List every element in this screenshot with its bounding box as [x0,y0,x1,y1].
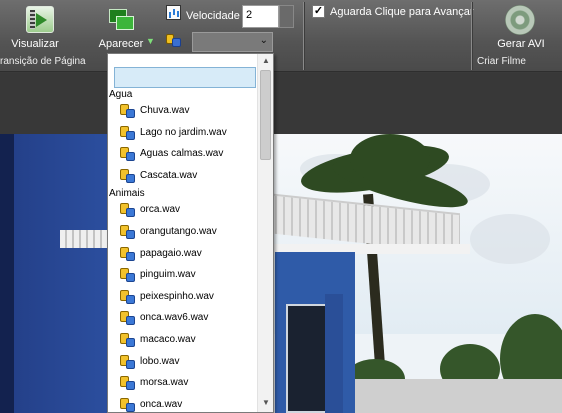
sound-file-icon [120,268,135,283]
sound-list: Agua Chuva.wav Lago no jardim.wav Aguas cal… [108,88,257,412]
sound-file-icon [120,203,135,218]
sound-file-icon [120,332,135,348]
list-item[interactable]: peixespinho.wav [108,287,257,309]
sound-file-icon [120,125,135,141]
ribbon-separator [303,2,304,70]
sound-file-icon [120,289,135,305]
sound-file-icon [120,147,135,162]
list-item[interactable]: Aguas calmas.wav [108,144,257,166]
list-item[interactable]: macaco.wav [108,330,257,352]
sound-file-icon [166,33,181,48]
ribbon: Visualizar ransição de Página Aparecer ▼… [0,0,562,72]
list-item-label: Aguas calmas.wav [140,148,224,160]
sound-search-input[interactable] [114,67,256,88]
gerar-avi-label: Gerar AVI [497,38,545,50]
list-item-label: lobo.wav [140,355,180,367]
aguarda-label: Aguarda Clique para Avançar [330,6,474,18]
sound-file-icon [120,311,135,326]
visualizar-label: Visualizar [11,38,59,50]
list-item[interactable]: Lago no jardim.wav [108,123,257,145]
sound-file-icon [120,168,135,184]
list-item-label: morsa.wav [140,377,189,389]
aparecer-button[interactable]: Aparecer [96,0,146,55]
sound-dropdown-list: ▲ ▼ Agua Chuva.wav Lago no jardim.wav Aguas… [107,53,274,413]
group-label-criar-filme: Criar Filme [477,56,526,67]
gerar-avi-button[interactable]: Gerar AVI [490,0,552,55]
speed-chart-icon [166,5,181,20]
list-item-label: Cascata.wav [140,169,198,181]
scroll-thumb[interactable] [260,70,271,160]
aguarda-checkbox[interactable]: ✓ [312,5,325,18]
list-item-label: Lago no jardim.wav [140,126,227,138]
list-item-label: peixespinho.wav [140,290,214,302]
list-item-label: orca.wav [140,204,181,216]
list-item[interactable]: papagaio.wav [108,244,257,266]
list-item[interactable]: pinguim.wav [108,265,257,287]
sound-file-icon [120,104,135,119]
transition-icon [109,9,135,31]
sound-file-icon [120,397,135,412]
list-group-header: Animais [109,188,145,200]
preview-image [0,134,562,413]
velocidade-spinner[interactable] [279,5,294,28]
dropdown-scrollbar[interactable]: ▲ ▼ [257,54,273,412]
sound-combo[interactable]: ⌄ [192,32,273,52]
list-item[interactable]: onca.wav [108,395,257,412]
list-item[interactable]: morsa.wav [108,373,257,395]
ribbon-separator [471,2,472,70]
sound-file-icon [120,246,135,262]
list-item-label: pinguim.wav [140,269,196,281]
list-item[interactable]: orangutango.wav [108,222,257,244]
sound-file-icon [120,224,135,240]
visualizar-button[interactable]: Visualizar [5,0,65,55]
list-item[interactable]: Chuva.wav [108,101,257,123]
velocidade-input[interactable]: 2 [242,5,279,28]
group-label-transicao: ransição de Página [0,56,86,67]
sound-file-icon [120,354,135,370]
scroll-up-icon[interactable]: ▲ [258,56,273,68]
play-preview-icon [26,6,54,33]
chevron-down-icon[interactable]: ⌄ [260,35,268,46]
scroll-down-icon[interactable]: ▼ [258,398,273,410]
film-reel-icon [505,5,535,35]
aparecer-dropdown-arrow[interactable]: ▼ [146,36,155,46]
velocidade-label: Velocidade [186,10,240,22]
list-item[interactable]: onca.wav6.wav [108,308,257,330]
list-item[interactable]: Cascata.wav [108,166,257,188]
list-item-label: papagaio.wav [140,247,202,259]
list-item-label: onca.wav [140,398,183,410]
list-item-label: onca.wav6.wav [140,312,209,324]
list-item-label: Chuva.wav [140,105,190,116]
dark-band [0,73,562,134]
list-item[interactable]: orca.wav [108,200,257,222]
list-item-label: macaco.wav [140,333,196,345]
aparecer-label: Aparecer [98,38,144,50]
sound-file-icon [120,376,135,391]
list-item-label: orangutango.wav [140,225,217,237]
list-group-header: Agua [109,89,133,100]
list-item[interactable]: lobo.wav [108,352,257,374]
